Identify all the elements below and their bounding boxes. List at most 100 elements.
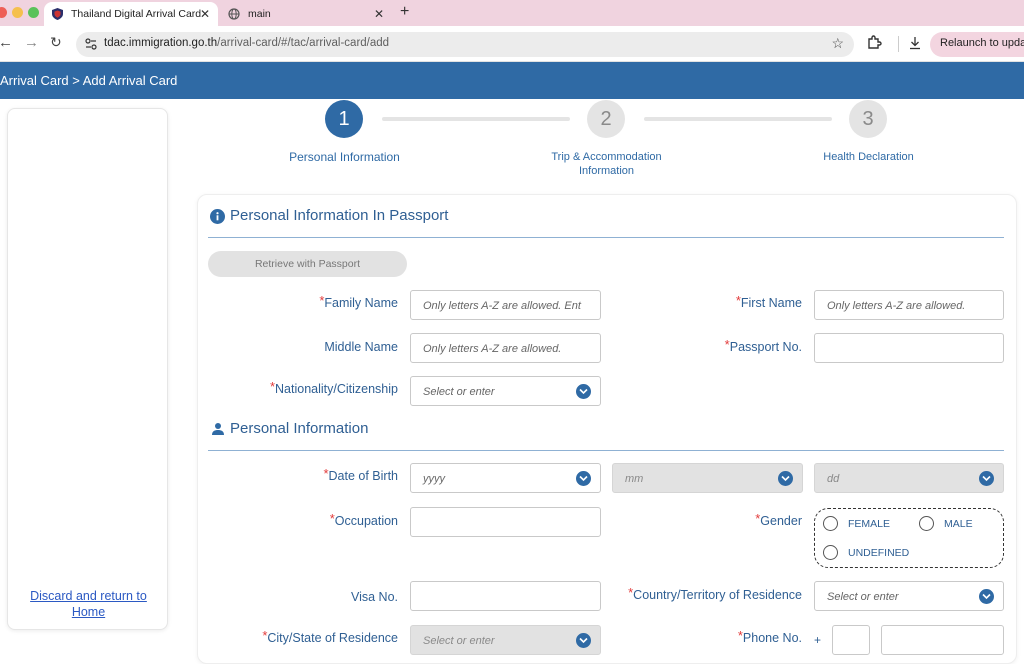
city-of-residence-label: *City/State of Residence — [262, 628, 398, 646]
step-connector-2 — [644, 117, 832, 121]
required-asterisk: * — [269, 379, 276, 394]
dob-month-select[interactable]: mm — [612, 463, 803, 493]
passport-no-input[interactable] — [814, 333, 1004, 363]
site-header-breadcrumb: Arrival Card > Add Arrival Card — [0, 62, 1024, 99]
discard-and-return-home-link[interactable]: Discard and return to Home — [8, 588, 169, 620]
family-name-input[interactable]: Only letters A-Z are allowed. Ent — [410, 290, 601, 320]
gender-undefined-label[interactable]: UNDEFINED — [848, 547, 909, 559]
section-divider — [208, 450, 1004, 451]
occupation-input[interactable] — [410, 507, 601, 537]
country-of-residence-select[interactable]: Select or enter — [814, 581, 1004, 611]
url-text: tdac.immigration.go.th/arrival-card/#/ta… — [104, 37, 389, 49]
address-bar[interactable]: tdac.immigration.go.th/arrival-card/#/ta… — [76, 32, 854, 57]
gender-female-label[interactable]: FEMALE — [848, 518, 890, 530]
nationality-placeholder: Select or enter — [423, 386, 495, 398]
gender-male-radio[interactable] — [919, 516, 934, 531]
country-placeholder: Select or enter — [827, 591, 899, 603]
chevron-down-icon[interactable] — [778, 471, 793, 486]
relaunch-to-update-button[interactable]: Relaunch to update — [930, 32, 1024, 57]
dob-day-placeholder: dd — [827, 473, 840, 485]
site-settings-icon[interactable] — [84, 37, 98, 51]
person-icon — [212, 423, 224, 435]
maximize-window-button[interactable] — [28, 7, 39, 18]
personal-section-title: Personal Information — [230, 420, 369, 437]
phone-number-input[interactable] — [881, 625, 1004, 655]
phone-no-label: *Phone No. — [737, 628, 802, 646]
step-3-circle: 3 — [849, 100, 887, 138]
required-asterisk: * — [755, 511, 761, 526]
tab-title: main — [248, 8, 271, 20]
browser-toolbar: ← → ↻ tdac.immigration.go.th/arrival-car… — [0, 26, 1024, 62]
tab-title: Thailand Digital Arrival Card — [71, 8, 202, 20]
occupation-label-text: Occupation — [334, 514, 398, 528]
step-1-circle: 1 — [325, 100, 363, 138]
gender-label: *Gender — [755, 511, 802, 529]
close-window-button[interactable] — [0, 7, 7, 18]
new-tab-icon[interactable]: + — [400, 3, 409, 21]
first-name-label-text: First Name — [740, 296, 802, 310]
dob-label: *Date of Birth — [323, 466, 398, 484]
nationality-select[interactable]: Select or enter — [410, 376, 601, 406]
first-name-input[interactable]: Only letters A-Z are allowed. — [814, 290, 1004, 320]
city-of-residence-select[interactable]: Select or enter — [410, 625, 601, 655]
step-2-label-line1: Trip & Accommodation — [551, 151, 662, 163]
chevron-down-icon[interactable] — [979, 589, 994, 604]
country-of-residence-label: *Country/Territory of Residence — [628, 585, 802, 603]
phone-country-code-input[interactable] — [832, 625, 870, 655]
back-arrow-icon[interactable]: ← — [0, 34, 13, 51]
chevron-down-icon[interactable] — [979, 471, 994, 486]
passport-no-label: *Passport No. — [724, 337, 802, 355]
country-label-text: Country/Territory of Residence — [633, 588, 802, 602]
chevron-down-icon[interactable] — [576, 384, 591, 399]
step-3-label: Health Declaration — [823, 151, 914, 163]
dob-year-select[interactable]: yyyy — [410, 463, 601, 493]
step-1-label: Personal Information — [289, 150, 400, 164]
minimize-window-button[interactable] — [12, 7, 23, 18]
section-divider — [208, 237, 1004, 238]
chevron-down-icon[interactable] — [576, 471, 591, 486]
browser-tab-active[interactable]: Thailand Digital Arrival Card ✕ — [44, 2, 218, 26]
occupation-label: *Occupation — [329, 511, 398, 529]
family-name-label: *Family Name — [319, 293, 398, 311]
discard-link-line1: Discard and return to — [30, 589, 147, 603]
required-asterisk: * — [735, 293, 741, 308]
info-icon — [210, 209, 225, 224]
left-sidebar-panel: Discard and return to Home — [7, 108, 168, 630]
close-tab-icon[interactable]: ✕ — [200, 7, 210, 21]
required-asterisk: * — [323, 466, 329, 481]
dob-day-select[interactable]: dd — [814, 463, 1004, 493]
gender-radio-group: FEMALE MALE UNDEFINED — [814, 508, 1004, 568]
url-path: /arrival-card/#/tac/arrival-card/add — [217, 37, 390, 49]
forward-arrow-icon[interactable]: → — [24, 34, 39, 51]
download-icon[interactable] — [908, 35, 922, 51]
close-tab-icon[interactable]: ✕ — [374, 7, 384, 21]
required-asterisk: * — [724, 337, 730, 352]
step-2-label-line2: Information — [578, 165, 635, 177]
dob-label-text: Date of Birth — [328, 469, 398, 483]
extensions-puzzle-icon[interactable] — [866, 34, 882, 50]
toolbar-divider — [898, 36, 899, 52]
required-asterisk: * — [319, 293, 325, 308]
required-asterisk: * — [737, 628, 743, 643]
gender-undefined-radio[interactable] — [823, 545, 838, 560]
passport-section-title: Personal Information In Passport — [230, 207, 449, 224]
step-2-circle: 2 — [587, 100, 625, 138]
chevron-down-icon[interactable] — [576, 633, 591, 648]
step-connector-1 — [382, 117, 570, 121]
visa-no-input[interactable] — [410, 581, 601, 611]
step-2-label: Trip & Accommodation Information — [536, 150, 677, 178]
bookmark-star-icon[interactable]: ☆ — [831, 35, 844, 52]
globe-icon — [228, 8, 240, 20]
passport-no-label-text: Passport No. — [729, 340, 802, 354]
gender-male-label[interactable]: MALE — [944, 518, 973, 530]
reload-icon[interactable]: ↻ — [50, 34, 62, 51]
nationality-label: *Nationality/Citizenship — [269, 379, 398, 397]
gender-female-radio[interactable] — [823, 516, 838, 531]
browser-tab-inactive[interactable]: main ✕ — [222, 2, 392, 26]
visa-no-label: Visa No. — [350, 590, 398, 604]
required-asterisk: * — [329, 511, 335, 526]
retrieve-with-passport-button[interactable]: Retrieve with Passport — [208, 251, 407, 277]
nationality-label-text: Nationality/Citizenship — [275, 382, 398, 396]
required-asterisk: * — [628, 585, 634, 600]
middle-name-input[interactable]: Only letters A-Z are allowed. — [410, 333, 601, 363]
